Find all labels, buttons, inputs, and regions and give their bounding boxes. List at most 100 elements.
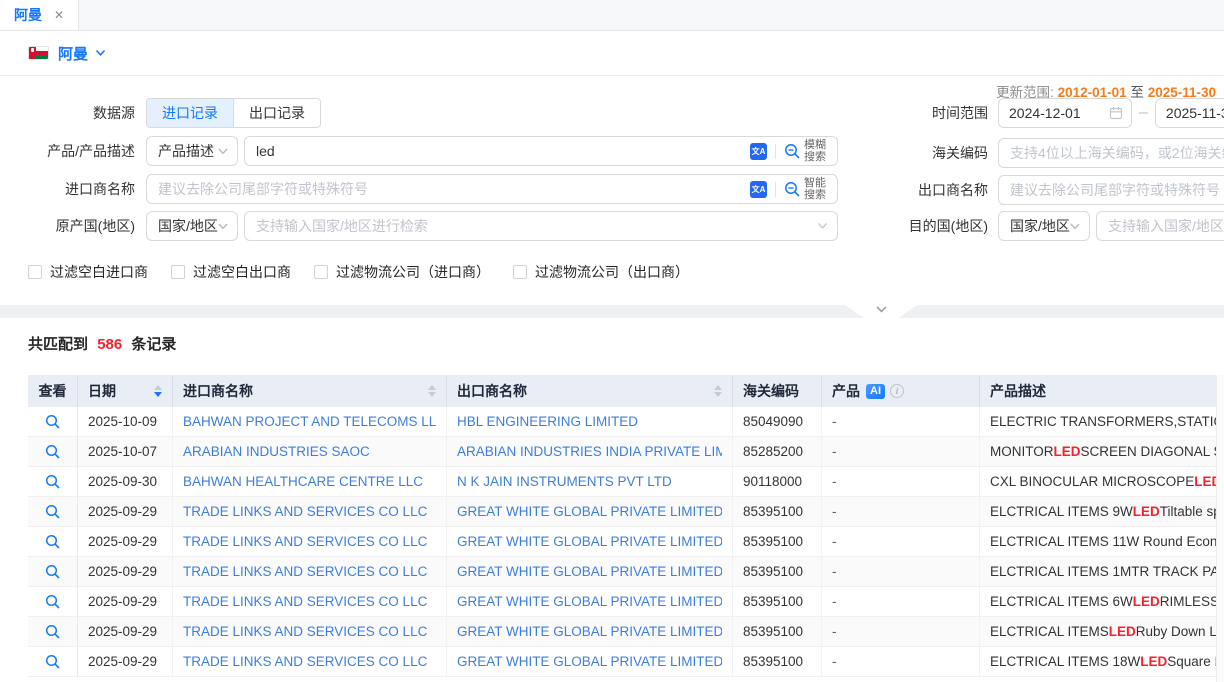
exporter-link[interactable]: GREAT WHITE GLOBAL PRIVATE LIMITED — [457, 564, 722, 579]
tab-oman[interactable]: 阿曼 ✕ — [0, 0, 79, 30]
sort-asc-icon[interactable] — [714, 385, 722, 390]
sort-control[interactable] — [714, 385, 722, 397]
view-record-button[interactable] — [45, 624, 61, 640]
product-type-select[interactable]: 产品描述 — [146, 136, 238, 166]
importer-link[interactable]: TRADE LINKS AND SERVICES CO LLC — [183, 624, 427, 639]
exporter-link[interactable]: GREAT WHITE GLOBAL PRIVATE LIMITED — [457, 504, 722, 519]
view-record-button[interactable] — [45, 654, 61, 670]
destination-type-select[interactable]: 国家/地区 — [998, 211, 1090, 241]
hs-code-cell: 85049090 — [733, 407, 822, 436]
view-record-button[interactable] — [45, 594, 61, 610]
time-range-row: 时间范围 2024-12-01 – 2025-11-30 — [900, 98, 1224, 128]
exporter-link[interactable]: GREAT WHITE GLOBAL PRIVATE LIMITED — [457, 534, 722, 549]
magnifier-icon — [784, 143, 801, 160]
description-text: ELCTRICAL ITEMS 9W — [990, 504, 1133, 519]
sort-control[interactable] — [428, 385, 436, 397]
importer-link[interactable]: TRADE LINKS AND SERVICES CO LLC — [183, 594, 427, 609]
chevron-down-icon — [875, 305, 888, 314]
hs-code-cell: 85395100 — [733, 587, 822, 616]
importer-link[interactable]: TRADE LINKS AND SERVICES CO LLC — [183, 504, 427, 519]
view-record-button[interactable] — [45, 474, 61, 490]
origin-type-select-value: 国家/地区 — [158, 216, 218, 236]
exporter-link[interactable]: GREAT WHITE GLOBAL PRIVATE LIMITED — [457, 594, 722, 609]
column-header-importer[interactable]: 进口商名称 — [173, 375, 447, 407]
translate-icon[interactable]: 文A — [750, 181, 767, 198]
column-label: 日期 — [88, 381, 116, 401]
product-search-input[interactable]: led 文A 模糊搜索 — [244, 136, 838, 166]
description-text: ELCTRICAL ITEMS 18W — [990, 654, 1140, 669]
filter-checkbox-0[interactable]: 过滤空白进口商 — [28, 262, 148, 282]
data-source-option-1[interactable]: 出口记录 — [234, 99, 320, 127]
fuzzy-search-button[interactable]: 模糊搜索 — [784, 139, 828, 163]
origin-country-input[interactable]: 支持输入国家/地区进行检索 — [244, 211, 838, 241]
destination-country-input[interactable]: 支持输入国家/地区进行检索 — [1096, 211, 1224, 241]
sort-asc-icon[interactable] — [154, 385, 162, 390]
smart-search-button[interactable]: 智能搜索 — [784, 177, 828, 201]
view-cell — [28, 467, 78, 496]
exporter-link[interactable]: ARABIAN INDUSTRIES INDIA PRIVATE LIMIT..… — [457, 444, 722, 459]
view-record-button[interactable] — [45, 534, 61, 550]
importer-link[interactable]: BAHWAN HEALTHCARE CENTRE LLC — [183, 474, 423, 489]
product-cell: - — [822, 647, 980, 676]
column-header-exporter[interactable]: 出口商名称 — [447, 375, 733, 407]
importer-link[interactable]: TRADE LINKS AND SERVICES CO LLC — [183, 534, 427, 549]
calendar-icon — [1109, 106, 1123, 120]
exporter-link[interactable]: GREAT WHITE GLOBAL PRIVATE LIMITED — [457, 654, 722, 669]
column-header-date[interactable]: 日期 — [78, 375, 173, 407]
filter-checkbox-1[interactable]: 过滤空白出口商 — [171, 262, 291, 282]
sort-asc-icon[interactable] — [428, 385, 436, 390]
country-name[interactable]: 阿曼 — [58, 43, 88, 64]
checkbox-icon[interactable] — [314, 265, 328, 279]
data-source-option-0[interactable]: 进口记录 — [147, 99, 234, 127]
hs-code-cell: 85395100 — [733, 527, 822, 556]
hs-code-row: 海关编码 支持4位以上海关编码，或2位海关编码加 — [900, 138, 1224, 168]
table-row: 2025-09-30BAHWAN HEALTHCARE CENTRE LLCN … — [28, 467, 1216, 497]
exporter-input[interactable]: 建议去除公司尾部字符或特殊符号 — [998, 175, 1224, 205]
checkbox-icon[interactable] — [171, 265, 185, 279]
info-icon[interactable]: i — [890, 384, 904, 398]
filter-checkbox-2[interactable]: 过滤物流公司（进口商） — [314, 262, 490, 282]
date-cell: 2025-10-09 — [78, 407, 173, 436]
origin-placeholder: 支持输入国家/地区进行检索 — [256, 216, 817, 236]
checkbox-label: 过滤空白出口商 — [193, 262, 291, 282]
importer-link[interactable]: TRADE LINKS AND SERVICES CO LLC — [183, 564, 427, 579]
hs-code-label: 海关编码 — [900, 143, 988, 163]
exporter-link[interactable]: N K JAIN INSTRUMENTS PVT LTD — [457, 474, 672, 489]
origin-type-select[interactable]: 国家/地区 — [146, 211, 238, 241]
column-label: 产品描述 — [990, 381, 1046, 401]
tab-title: 阿曼 — [14, 5, 42, 25]
date-end-input[interactable]: 2025-11-30 — [1155, 98, 1224, 128]
hs-code-input[interactable]: 支持4位以上海关编码，或2位海关编码加 — [998, 138, 1224, 168]
exporter-link[interactable]: GREAT WHITE GLOBAL PRIVATE LIMITED — [457, 624, 722, 639]
exporter-cell: GREAT WHITE GLOBAL PRIVATE LIMITED — [447, 587, 733, 616]
sort-desc-icon[interactable] — [428, 392, 436, 397]
sort-desc-icon[interactable] — [714, 392, 722, 397]
view-record-button[interactable] — [45, 564, 61, 580]
importer-link[interactable]: TRADE LINKS AND SERVICES CO LLC — [183, 654, 427, 669]
translate-icon[interactable]: 文A — [750, 143, 767, 160]
product-cell: - — [822, 587, 980, 616]
magnifier-icon — [45, 444, 61, 460]
date-start-input[interactable]: 2024-12-01 — [998, 98, 1132, 128]
date-cell: 2025-09-29 — [78, 557, 173, 586]
exporter-link[interactable]: HBL ENGINEERING LIMITED — [457, 414, 638, 429]
vertical-scrollbar[interactable] — [1216, 375, 1224, 682]
checkbox-label: 过滤空白进口商 — [50, 262, 148, 282]
checkbox-icon[interactable] — [28, 265, 42, 279]
importer-link[interactable]: BAHWAN PROJECT AND TELECOMS LLC — [183, 414, 436, 429]
view-record-button[interactable] — [45, 444, 61, 460]
close-icon[interactable]: ✕ — [54, 8, 64, 22]
collapse-panel-handle[interactable] — [845, 305, 917, 318]
checkbox-icon[interactable] — [513, 265, 527, 279]
importer-link[interactable]: ARABIAN INDUSTRIES SAOC — [183, 444, 370, 459]
table-body: 2025-10-09 BAHWAN PROJECT AND TELECOMS LL… — [28, 407, 1216, 677]
view-record-button[interactable] — [45, 414, 61, 430]
sort-control[interactable] — [154, 385, 162, 397]
results-panel: 共匹配到 586 条记录 查看日期进口商名称出口商名称海关编码产品AIi产品描述… — [0, 318, 1224, 682]
sort-desc-icon[interactable] — [154, 392, 162, 397]
chevron-down-icon[interactable] — [95, 49, 106, 57]
importer-input[interactable]: 建议去除公司尾部字符或特殊符号 文A 智能搜索 — [146, 174, 838, 204]
country-header: 阿曼 — [0, 31, 1224, 76]
filter-checkbox-3[interactable]: 过滤物流公司（出口商） — [513, 262, 689, 282]
view-record-button[interactable] — [45, 504, 61, 520]
